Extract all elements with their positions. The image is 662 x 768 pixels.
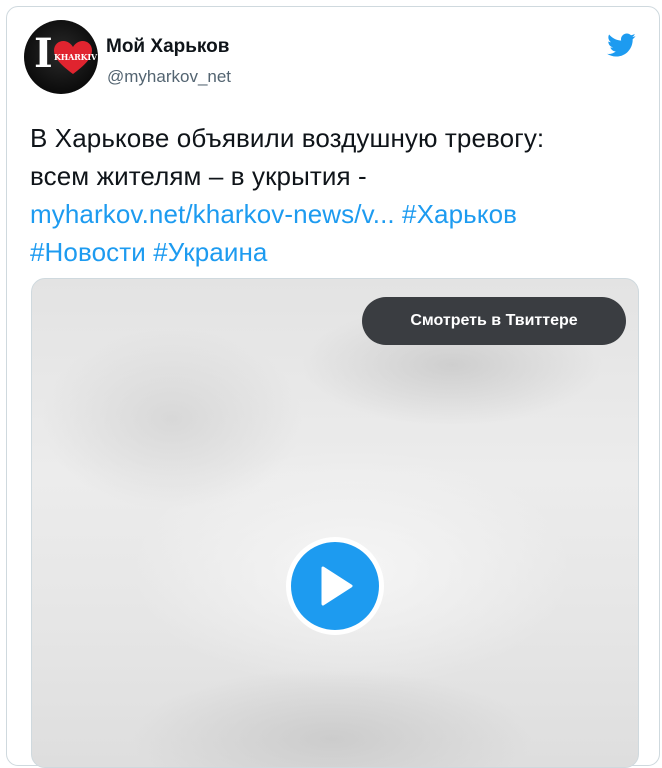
avatar-badge-text: KHARKIV (54, 52, 97, 62)
hashtag-ukraine[interactable]: #Украина (153, 237, 267, 267)
play-icon (321, 566, 353, 606)
avatar-letter: I (34, 30, 53, 77)
watch-on-twitter-button[interactable]: Смотреть в Твиттере (362, 297, 626, 345)
author-handle[interactable]: @myharkov_net (107, 67, 231, 87)
avatar[interactable]: I KHARKIV (24, 20, 98, 94)
hashtag-news[interactable]: #Новости (30, 237, 146, 267)
author-name[interactable]: Мой Харьков (106, 36, 229, 58)
tweet-text: В Харькове объявили воздушную тревогу: в… (30, 119, 640, 271)
tweet-link[interactable]: myharkov.net/kharkov-news/v... (30, 199, 395, 229)
tweet-text-line-1: В Харькове объявили воздушную тревогу: (30, 123, 545, 153)
tweet-text-line-2: всем жителям – в укрытия - (30, 161, 367, 191)
hashtag-kharkov[interactable]: #Харьков (402, 199, 517, 229)
video-preview[interactable] (31, 278, 639, 768)
twitter-bird-icon[interactable] (604, 30, 638, 60)
play-button[interactable] (286, 537, 384, 635)
